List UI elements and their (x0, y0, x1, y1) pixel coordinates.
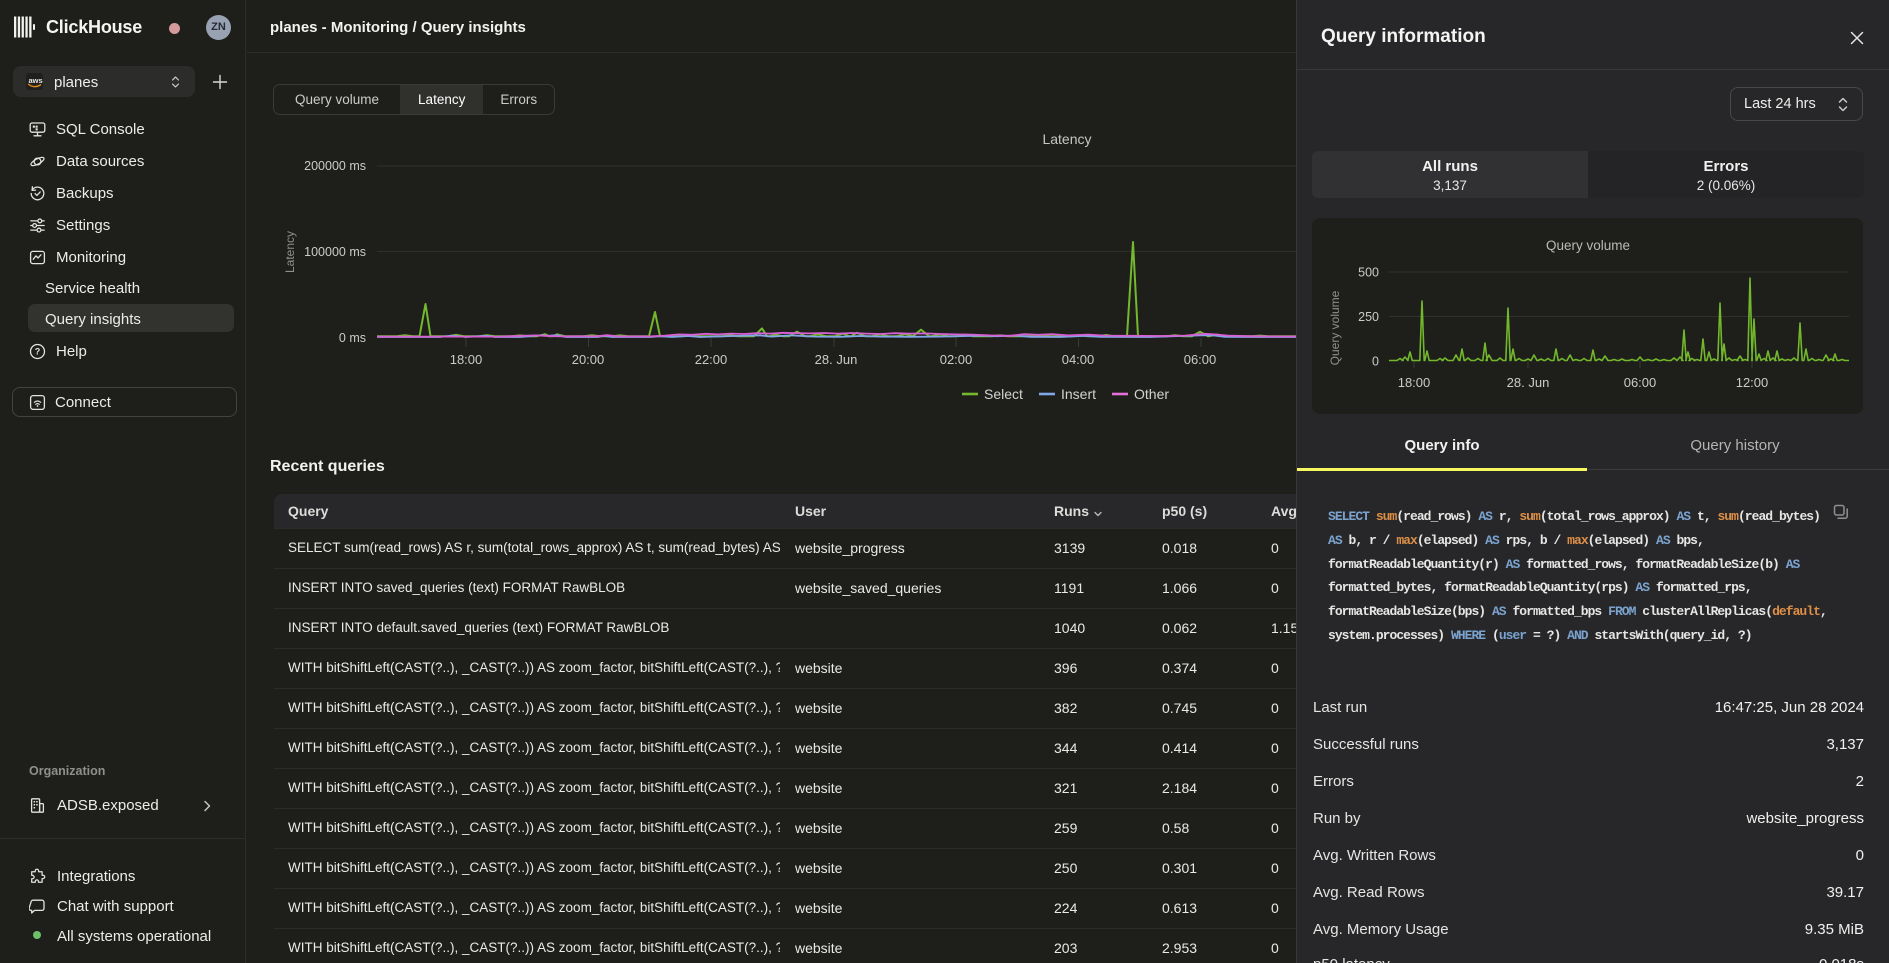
svg-text:Other: Other (1134, 386, 1169, 402)
svg-text:Query volume: Query volume (1328, 290, 1342, 365)
svg-text:200000 ms: 200000 ms (304, 159, 366, 173)
svg-text:250: 250 (1358, 310, 1379, 324)
svg-text:Select: Select (984, 386, 1023, 402)
svg-text:22:00: 22:00 (695, 352, 728, 367)
svg-text:Latency: Latency (283, 231, 297, 273)
svg-text:04:00: 04:00 (1062, 352, 1095, 367)
svg-text:Insert: Insert (1061, 386, 1096, 402)
svg-text:18:00: 18:00 (450, 352, 483, 367)
svg-text:0 ms: 0 ms (339, 331, 366, 345)
svg-text:100000 ms: 100000 ms (304, 245, 366, 259)
svg-text:02:00: 02:00 (940, 352, 973, 367)
svg-text:28. Jun: 28. Jun (815, 352, 858, 367)
svg-text:20:00: 20:00 (572, 352, 605, 367)
svg-text:Query volume: Query volume (1546, 238, 1630, 253)
svg-text:12:00: 12:00 (1736, 375, 1769, 390)
svg-text:0: 0 (1372, 355, 1379, 369)
svg-text:18:00: 18:00 (1398, 375, 1431, 390)
svg-text:06:00: 06:00 (1184, 352, 1217, 367)
svg-text:06:00: 06:00 (1624, 375, 1657, 390)
svg-text:Latency: Latency (1042, 131, 1091, 147)
svg-text:500: 500 (1358, 266, 1379, 280)
svg-text:28. Jun: 28. Jun (1507, 375, 1550, 390)
